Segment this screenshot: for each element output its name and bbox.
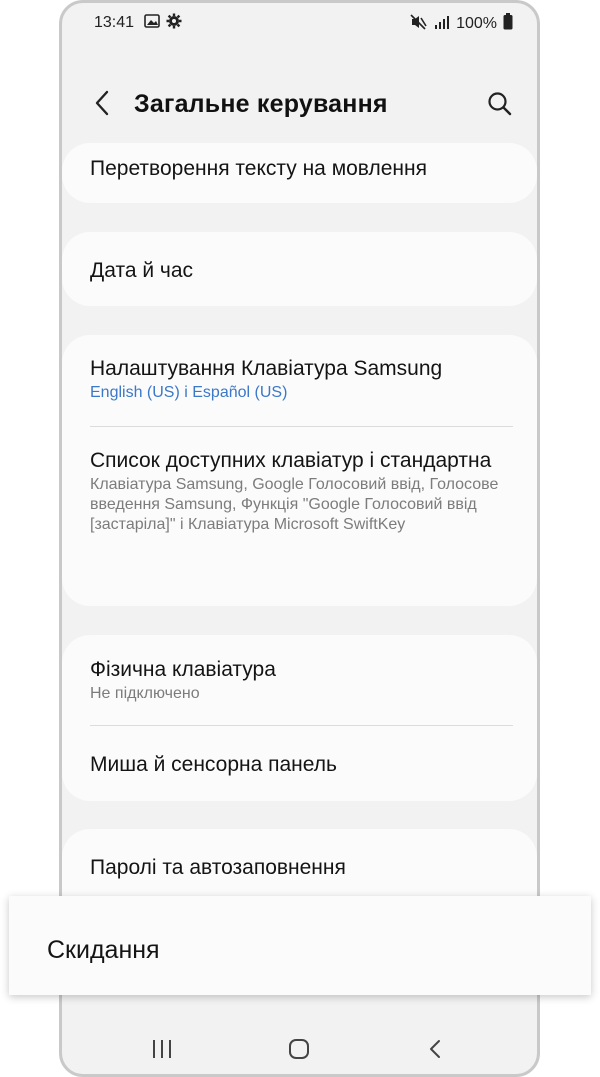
date-time-title: Дата й час — [90, 259, 194, 282]
settings-card-date: Дата й час — [62, 232, 537, 306]
nav-back-button[interactable] — [424, 1037, 448, 1066]
divider — [90, 426, 513, 427]
signal-icon — [434, 14, 450, 35]
back-button[interactable] — [88, 87, 118, 119]
samsung-keyboard-item[interactable]: Налаштування Клавіатура Samsung English … — [90, 355, 513, 403]
status-right-group: 100% — [410, 13, 513, 35]
app-header: Загальне керування — [62, 73, 537, 133]
reset-label: Скидання — [47, 936, 160, 964]
keyboard-list-subtitle: Клавіатура Samsung, Google Голосовий вві… — [90, 476, 499, 533]
mouse-touchpad-title: Миша й сенсорна панель — [90, 753, 337, 776]
gear-icon — [166, 13, 182, 34]
status-time: 13:41 — [94, 14, 135, 31]
search-button[interactable] — [485, 89, 515, 119]
home-button[interactable] — [287, 1037, 311, 1066]
recents-icon — [150, 1040, 174, 1065]
mute-icon — [410, 13, 428, 35]
divider — [90, 725, 513, 726]
settings-card-input-devices: Фізична клавіатура Не підключено Миша й … — [62, 635, 537, 801]
passwords-autofill-title: Паролі та автозаповнення — [90, 856, 346, 879]
mouse-touchpad-item[interactable]: Миша й сенсорна панель — [90, 751, 513, 778]
samsung-keyboard-subtitle: English (US) і Español (US) — [90, 384, 288, 401]
keyboard-list-item[interactable]: Список доступних клавіатур і стандартна … — [90, 447, 513, 535]
page-title: Загальне керування — [134, 90, 388, 118]
settings-card-keyboards: Налаштування Клавіатура Samsung English … — [62, 335, 537, 606]
back-arrow-icon — [88, 90, 118, 123]
date-time-item[interactable]: Дата й час — [90, 257, 513, 284]
passwords-autofill-item[interactable]: Паролі та автозаповнення — [90, 854, 513, 881]
keyboard-list-title: Список доступних клавіатур і стандартна — [90, 449, 492, 472]
home-icon — [287, 1039, 311, 1065]
search-icon — [485, 92, 515, 123]
tts-title: Перетворення тексту на мовлення — [90, 157, 427, 180]
gallery-icon — [144, 13, 160, 34]
physical-keyboard-item[interactable]: Фізична клавіатура Не підключено — [90, 656, 513, 704]
reset-item-highlight[interactable]: Скидання — [9, 896, 591, 995]
settings-card-tts: Перетворення тексту на мовлення — [62, 143, 537, 203]
samsung-keyboard-title: Налаштування Клавіатура Samsung — [90, 357, 443, 380]
recents-button[interactable] — [150, 1037, 174, 1066]
nav-back-icon — [424, 1040, 448, 1065]
physical-keyboard-title: Фізична клавіатура — [90, 658, 276, 681]
battery-icon — [503, 13, 513, 35]
battery-percent: 100% — [456, 15, 497, 32]
tts-item[interactable]: Перетворення тексту на мовлення — [90, 155, 513, 182]
physical-keyboard-subtitle: Не підключено — [90, 685, 200, 702]
status-bar: 13:41 100% — [62, 3, 537, 43]
navigation-bar — [62, 1023, 537, 1074]
